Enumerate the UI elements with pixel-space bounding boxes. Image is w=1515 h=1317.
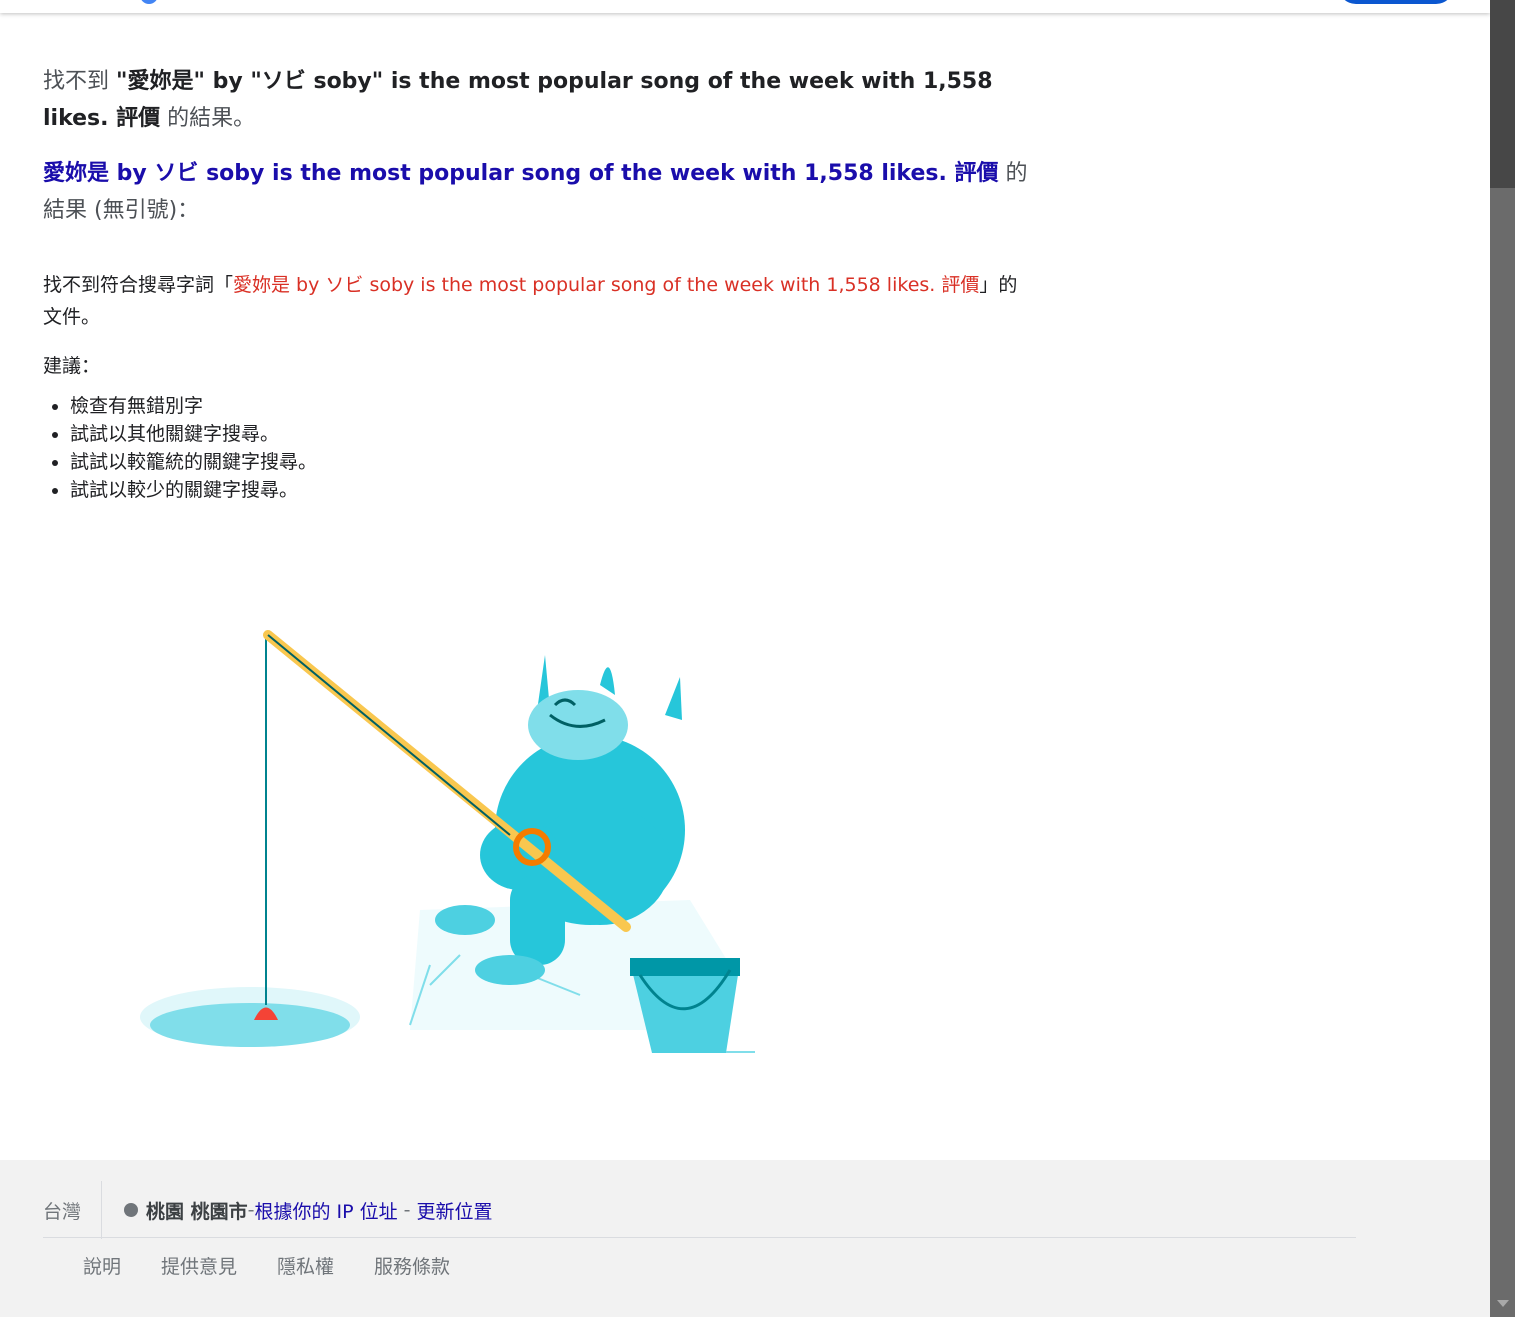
location-source-link[interactable]: 根據你的 IP 位址 — [255, 1197, 398, 1224]
tip-fewer-keywords[interactable]: 試試以較少的關鍵字搜尋。 — [70, 476, 1033, 504]
no-result-prefix: 找不到 — [43, 69, 110, 94]
footer: 台灣 桃園 桃園市 - 根據你的 IP 位址 - 更新位置 說明 提供意見 隱私… — [0, 1160, 1490, 1317]
suggested-search: 愛妳是 by ソビ soby is the most popular song … — [43, 155, 1033, 229]
location-info[interactable]: 桃園 桃園市 - 根據你的 IP 位址 — [124, 1197, 398, 1224]
footer-rule — [43, 1237, 1356, 1238]
search-header-bar — [0, 0, 1490, 13]
no-documents-prefix: 找不到符合搜尋字詞「 — [43, 274, 234, 296]
suggested-query-link[interactable]: 愛妳是 by ソビ soby is the most popular song … — [43, 161, 999, 186]
footer-location-row: 台灣 桃園 桃園市 - 根據你的 IP 位址 - 更新位置 — [43, 1181, 493, 1239]
tip-check-spelling[interactable]: 檢查有無錯別字 — [70, 392, 1033, 420]
update-separator: - — [403, 1199, 411, 1221]
google-logo-fragment — [140, 0, 158, 4]
footer-link-privacy[interactable]: 隱私權 — [237, 1252, 334, 1279]
scrollbar-thumb[interactable] — [1490, 0, 1515, 188]
footer-link-help[interactable]: 說明 — [43, 1252, 121, 1279]
footer-link-feedback[interactable]: 提供意見 — [121, 1252, 237, 1279]
no-documents-message: 找不到符合搜尋字詞「愛妳是 by ソビ soby is the most pop… — [43, 269, 1033, 333]
footer-links: 說明 提供意見 隱私權 服務條款 — [43, 1252, 450, 1279]
location-dash: - — [247, 1199, 255, 1221]
no-documents-query: 愛妳是 by ソビ soby is the most popular song … — [233, 274, 980, 296]
no-result-heading: 找不到 "愛妳是" by "ソビ soby" is the most popul… — [43, 63, 1033, 137]
footer-country: 台灣 — [43, 1200, 82, 1223]
location-name: 桃園 桃園市 — [146, 1200, 248, 1223]
no-result-suffix: 的結果。 — [160, 106, 256, 131]
tips-label: 建議： — [43, 355, 101, 377]
tip-general-keywords[interactable]: 試試以較籠統的關鍵字搜尋。 — [70, 448, 1033, 476]
main-content: 找不到 "愛妳是" by "ソビ soby" is the most popul… — [43, 63, 1033, 504]
location-dot-icon — [124, 1203, 139, 1217]
tip-other-keywords[interactable]: 試試以其他關鍵字搜尋。 — [70, 420, 1033, 448]
tips-list: 檢查有無錯別字 試試以其他關鍵字搜尋。 試試以較籠統的關鍵字搜尋。 試試以較少的… — [70, 392, 1033, 504]
sign-in-button[interactable] — [1338, 0, 1454, 4]
footer-divider — [101, 1181, 103, 1239]
page-scrollbar[interactable] — [1490, 0, 1515, 1317]
scroll-down-arrow-icon[interactable] — [1497, 1300, 1509, 1307]
footer-link-terms[interactable]: 服務條款 — [334, 1252, 450, 1279]
yeti-fishing-illustration — [140, 630, 755, 1053]
update-location-link[interactable]: 更新位置 — [417, 1197, 493, 1224]
